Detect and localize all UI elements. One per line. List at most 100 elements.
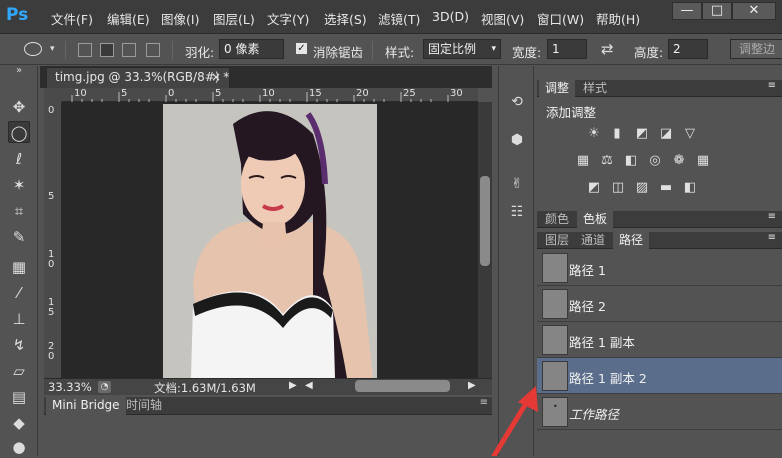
color-lookup-icon[interactable]: ▦ bbox=[694, 153, 712, 169]
height-input[interactable]: 2 bbox=[668, 39, 708, 59]
status-menu-arrow-icon[interactable]: ▶ bbox=[289, 380, 297, 391]
menu-image[interactable]: 图像(I) bbox=[161, 9, 199, 28]
color-balance-icon[interactable]: ⚖ bbox=[598, 153, 616, 169]
horizontal-scroll-thumb[interactable] bbox=[355, 380, 450, 392]
menu-help[interactable]: 帮助(H) bbox=[596, 9, 640, 28]
menu-window[interactable]: 窗口(W) bbox=[537, 9, 584, 28]
ruler-left: 0 5 1 0 1 5 2 0 bbox=[44, 102, 62, 378]
antialias-checkbox[interactable]: ✓ bbox=[295, 42, 308, 55]
history-brush-tool-icon[interactable]: ↯ bbox=[8, 334, 30, 356]
vibrance-icon[interactable]: ▽ bbox=[681, 126, 699, 142]
panel-menu-icon[interactable]: ≡ bbox=[768, 80, 776, 91]
properties-panel-icon[interactable]: ☷ bbox=[507, 202, 527, 222]
tab-styles[interactable]: 样式 bbox=[577, 80, 613, 97]
maximize-button[interactable]: □ bbox=[702, 2, 732, 20]
panel-menu-icon[interactable]: ≡ bbox=[768, 232, 776, 243]
exposure-icon[interactable]: ◪ bbox=[657, 126, 675, 142]
tab-mini-bridge[interactable]: Mini Bridge bbox=[46, 397, 126, 415]
brush-tool-icon[interactable]: ⁄ bbox=[8, 282, 30, 304]
menu-3d[interactable]: 3D(D) bbox=[432, 9, 469, 24]
tab-paths[interactable]: 路径 bbox=[613, 232, 650, 249]
crop-tool-icon[interactable]: ⌗ bbox=[8, 200, 30, 222]
scroll-left-icon[interactable]: ◀ bbox=[305, 380, 313, 391]
style-select-value: 固定比例 bbox=[428, 42, 477, 56]
invert-icon[interactable]: ◩ bbox=[585, 180, 603, 196]
tab-timeline[interactable]: 时间轴 bbox=[120, 397, 168, 415]
feather-input[interactable]: 0 像素 bbox=[219, 39, 284, 59]
minimize-button[interactable]: — bbox=[672, 2, 702, 20]
tab-swatches[interactable]: 色板 bbox=[577, 211, 614, 228]
path-row[interactable]: • 工作路径 bbox=[537, 394, 782, 430]
menu-layer[interactable]: 图层(L) bbox=[213, 9, 255, 28]
healing-brush-tool-icon[interactable]: ▦ bbox=[8, 256, 30, 278]
curves-icon[interactable]: ◩ bbox=[633, 126, 651, 142]
black-white-icon[interactable]: ◧ bbox=[622, 153, 640, 169]
menu-edit[interactable]: 编辑(E) bbox=[107, 9, 150, 28]
menu-select[interactable]: 选择(S) bbox=[324, 9, 367, 28]
tab-adjustments[interactable]: 调整 bbox=[539, 80, 576, 97]
history-panel-icon[interactable]: ⟲ bbox=[507, 92, 527, 112]
subtract-selection-icon[interactable] bbox=[122, 43, 136, 57]
style-select[interactable]: 固定比例 ▾ bbox=[423, 39, 501, 59]
photo-filter-icon[interactable]: ◎ bbox=[646, 153, 664, 169]
path-row-selected[interactable]: 路径 1 副本 2 bbox=[537, 358, 782, 394]
close-button[interactable]: ✕ bbox=[732, 2, 776, 20]
new-selection-icon[interactable] bbox=[78, 43, 92, 57]
menu-filter[interactable]: 滤镜(T) bbox=[378, 9, 420, 28]
vertical-scroll-thumb[interactable] bbox=[480, 176, 490, 266]
magic-wand-tool-icon[interactable]: ✶ bbox=[8, 174, 30, 196]
brush-preset-panel-icon[interactable]: ✌ bbox=[507, 174, 527, 194]
channel-mixer-icon[interactable]: ❁ bbox=[670, 153, 688, 169]
chevron-down-icon[interactable]: ▾ bbox=[50, 44, 55, 54]
tab-channels[interactable]: 通道 bbox=[575, 232, 611, 249]
ruler-label: 5 bbox=[121, 88, 128, 99]
path-thumbnail bbox=[542, 253, 568, 283]
status-info-icon[interactable]: ◔ bbox=[98, 381, 111, 393]
path-row[interactable]: 路径 1 副本 bbox=[537, 322, 782, 358]
zoom-value[interactable]: 33.33% bbox=[48, 380, 92, 394]
gradient-tool-icon[interactable]: ▤ bbox=[8, 386, 30, 408]
dodge-tool-icon[interactable]: ● bbox=[8, 436, 30, 458]
ruler-label: 15 bbox=[309, 88, 322, 99]
hue-saturation-icon[interactable]: ▦ bbox=[574, 153, 592, 169]
width-input[interactable]: 1 bbox=[547, 39, 587, 59]
path-row[interactable]: 路径 1 bbox=[537, 250, 782, 286]
tools-panel: » ✥ ◯ ℓ ✶ ⌗ ✎ ▦ ⁄ ⊥ ↯ ▱ ▤ ◆ ● bbox=[0, 66, 38, 456]
gradient-map-icon[interactable]: ▬ bbox=[657, 180, 675, 196]
ruler-label: 10 bbox=[262, 88, 275, 99]
eraser-tool-icon[interactable]: ▱ bbox=[8, 360, 30, 382]
menu-type[interactable]: 文字(Y) bbox=[267, 9, 309, 28]
tab-color[interactable]: 颜色 bbox=[539, 211, 575, 228]
ellipse-marquee-tool-icon[interactable]: ◯ bbox=[8, 121, 30, 143]
brightness-icon[interactable]: ☀ bbox=[585, 126, 603, 142]
refine-edge-button[interactable]: 调整边 bbox=[730, 39, 782, 59]
path-row[interactable]: 路径 2 bbox=[537, 286, 782, 322]
path-label: 路径 2 bbox=[569, 299, 606, 314]
scroll-right-icon[interactable]: ▶ bbox=[468, 380, 476, 391]
levels-icon[interactable]: ▮ bbox=[608, 126, 626, 142]
threshold-icon[interactable]: ▨ bbox=[633, 180, 651, 196]
selective-color-icon[interactable]: ◧ bbox=[681, 180, 699, 196]
close-tab-icon[interactable]: × bbox=[211, 68, 221, 87]
lasso-tool-icon[interactable]: ℓ bbox=[8, 148, 30, 170]
menu-view[interactable]: 视图(V) bbox=[481, 9, 524, 28]
ruler-label: 25 bbox=[403, 88, 416, 99]
3d-panel-icon[interactable]: ⬢ bbox=[507, 130, 527, 150]
portrait-illustration bbox=[163, 104, 377, 378]
add-selection-icon[interactable] bbox=[100, 43, 114, 57]
collapse-icon[interactable]: » bbox=[8, 66, 30, 76]
clone-stamp-tool-icon[interactable]: ⊥ bbox=[8, 308, 30, 330]
tab-layers[interactable]: 图层 bbox=[539, 232, 575, 249]
document-image[interactable] bbox=[163, 104, 377, 378]
ellipse-tool-icon[interactable] bbox=[24, 42, 42, 56]
document-tab[interactable]: timg.jpg @ 33.3%(RGB/8#) * × bbox=[46, 67, 230, 88]
swap-icon[interactable]: ⇄ bbox=[601, 40, 614, 58]
menu-file[interactable]: 文件(F) bbox=[51, 9, 93, 28]
document-size: 文档:1.63M/1.63M bbox=[154, 381, 256, 395]
intersect-selection-icon[interactable] bbox=[146, 43, 160, 57]
eyedropper-tool-icon[interactable]: ✎ bbox=[8, 226, 30, 248]
blur-tool-icon[interactable]: ◆ bbox=[8, 412, 30, 434]
panel-menu-icon[interactable]: ≡ bbox=[768, 211, 776, 222]
move-tool-icon[interactable]: ✥ bbox=[8, 96, 30, 118]
posterize-icon[interactable]: ◫ bbox=[609, 180, 627, 196]
